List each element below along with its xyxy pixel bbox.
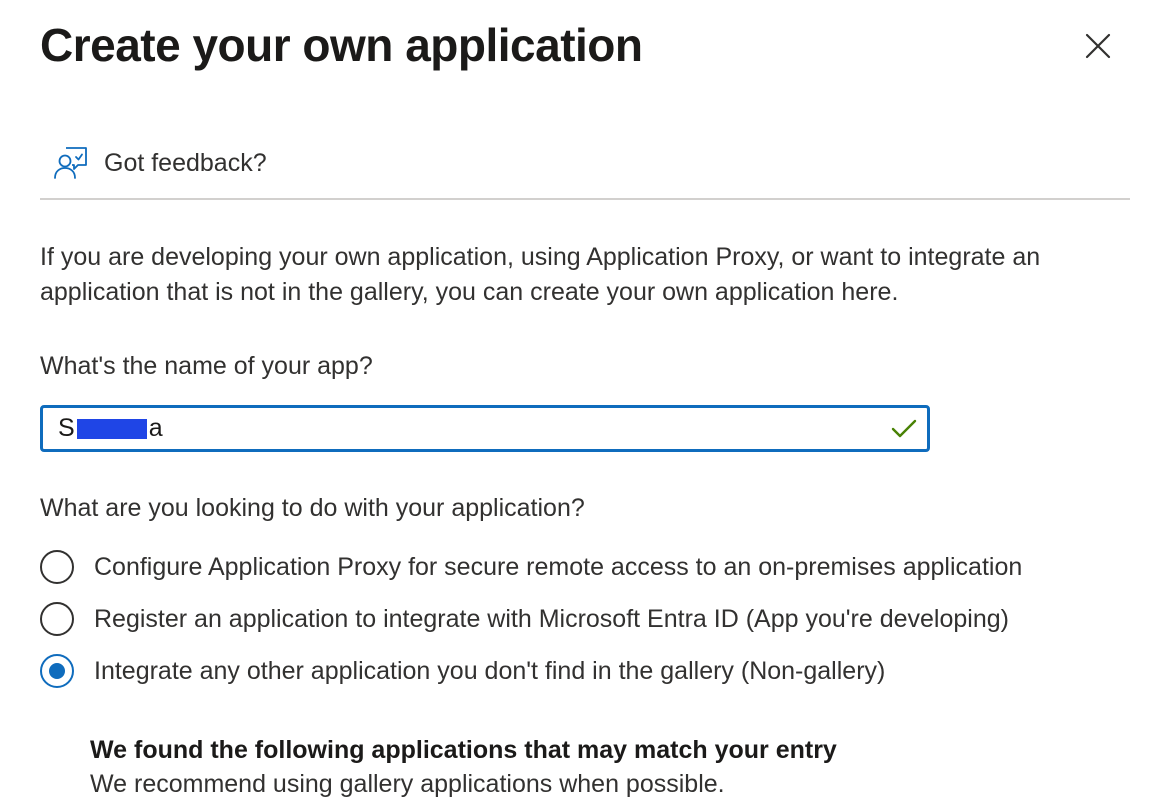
divider: [40, 198, 1130, 200]
app-name-label: What's the name of your app?: [40, 352, 373, 380]
matches-heading: We found the following applications that…: [90, 736, 837, 764]
radio-label: Integrate any other application you don'…: [94, 656, 886, 685]
checkmark-icon: [891, 419, 917, 438]
app-name-value-prefix: S: [58, 414, 75, 442]
radio-selected-dot: [49, 663, 65, 679]
intro-text: If you are developing your own applicati…: [40, 243, 1041, 306]
app-name-value: S a: [58, 414, 163, 443]
radio-button-selected[interactable]: [40, 654, 74, 688]
close-button[interactable]: [1080, 28, 1116, 64]
close-icon: [1085, 33, 1111, 59]
create-app-panel: Create your own application Got feedback…: [0, 0, 1170, 812]
app-name-value-suffix: a: [148, 414, 163, 442]
feedback-link[interactable]: Got feedback?: [52, 140, 267, 186]
purpose-question: What are you looking to do with your app…: [40, 494, 585, 522]
app-name-input[interactable]: S a: [40, 405, 930, 452]
radio-option-non-gallery[interactable]: Integrate any other application you don'…: [40, 651, 885, 691]
radio-button[interactable]: [40, 550, 74, 584]
radio-option-app-proxy[interactable]: Configure Application Proxy for secure r…: [40, 547, 1022, 587]
radio-label: Configure Application Proxy for secure r…: [94, 552, 1023, 581]
page-title: Create your own application: [40, 19, 643, 71]
radio-label: Register an application to integrate wit…: [94, 604, 1009, 633]
radio-option-register-app[interactable]: Register an application to integrate wit…: [40, 599, 1009, 639]
redaction-block: [76, 418, 147, 439]
feedback-icon: [52, 144, 90, 182]
radio-button[interactable]: [40, 602, 74, 636]
feedback-label: Got feedback?: [104, 148, 267, 177]
matches-subtext: We recommend using gallery applications …: [90, 770, 725, 798]
